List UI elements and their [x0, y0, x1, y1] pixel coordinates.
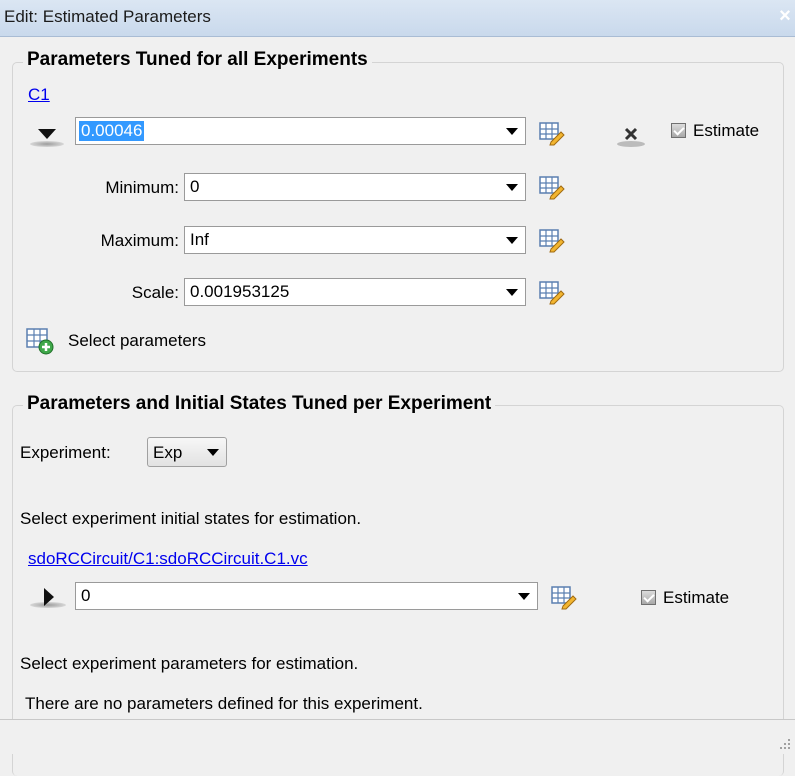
global-parameters-group [12, 62, 784, 372]
table-edit-icon[interactable] [539, 227, 565, 253]
no-parameters-message: There are no parameters defined for this… [25, 694, 423, 713]
state-value: 0 [81, 586, 91, 605]
select-parameters-label: Select parameters [68, 331, 206, 350]
parameter-link-c1[interactable]: C1 [28, 85, 50, 105]
global-estimate-checkbox[interactable] [671, 123, 686, 138]
chevron-down-icon[interactable] [506, 237, 518, 244]
window-title: Edit: Estimated Parameters [4, 7, 211, 26]
remove-button[interactable] [615, 123, 651, 149]
triangle-down-icon [38, 129, 56, 139]
state-estimate-checkbox[interactable] [641, 590, 656, 605]
shadow-decoration [30, 602, 66, 608]
value-combobox[interactable]: 0.00046 [75, 117, 526, 145]
close-icon[interactable]: × [777, 5, 793, 28]
value-text: 0.00046 [79, 121, 145, 141]
state-link[interactable]: sdoRCCircuit/C1:sdoRCCircuit.C1.vc [28, 549, 308, 569]
resize-grip-icon[interactable] [779, 738, 791, 750]
chevron-down-icon[interactable] [506, 184, 518, 191]
minimum-combobox[interactable]: 0 [184, 173, 526, 201]
chevron-down-icon[interactable] [207, 449, 219, 456]
global-parameters-title: Parameters Tuned for all Experiments [23, 49, 372, 71]
table-edit-icon[interactable] [539, 174, 565, 200]
initial-states-prompt: Select experiment initial states for est… [20, 509, 362, 528]
remove-x-icon [617, 127, 645, 147]
maximum-combobox[interactable]: Inf [184, 226, 526, 254]
collapse-toggle[interactable] [30, 126, 64, 150]
chevron-down-icon[interactable] [506, 289, 518, 296]
maximum-label: Maximum: [100, 231, 179, 250]
status-bar [0, 719, 795, 754]
table-add-icon [26, 328, 54, 355]
chevron-down-icon[interactable] [506, 128, 518, 135]
select-parameters-button[interactable]: Select parameters [26, 327, 256, 357]
state-value-combobox[interactable]: 0 [75, 582, 538, 610]
title-bar: Edit: Estimated Parameters × [0, 0, 795, 37]
panel: Parameters Tuned for all Experiments C1 … [0, 37, 795, 776]
experiment-label: Experiment: [20, 443, 111, 462]
minimum-label: Minimum: [105, 178, 179, 197]
global-estimate-label: Estimate [693, 121, 760, 140]
maximum-value: Inf [190, 230, 209, 249]
table-edit-icon[interactable] [539, 120, 565, 146]
scale-label: Scale: [131, 283, 179, 302]
experiment-group-title: Parameters and Initial States Tuned per … [23, 393, 496, 415]
experiment-select[interactable]: Exp [147, 437, 227, 467]
state-estimate-label: Estimate [663, 588, 730, 607]
chevron-down-icon[interactable] [518, 593, 530, 600]
scale-value: 0.001953125 [190, 282, 290, 301]
experiment-value: Exp [153, 443, 183, 462]
table-edit-icon[interactable] [539, 279, 565, 305]
parameters-prompt: Select experiment parameters for estimat… [20, 654, 359, 673]
table-edit-icon[interactable] [551, 584, 577, 610]
scale-combobox[interactable]: 0.001953125 [184, 278, 526, 306]
expand-toggle[interactable] [30, 585, 66, 611]
minimum-value: 0 [190, 177, 200, 196]
shadow-decoration [30, 141, 64, 147]
